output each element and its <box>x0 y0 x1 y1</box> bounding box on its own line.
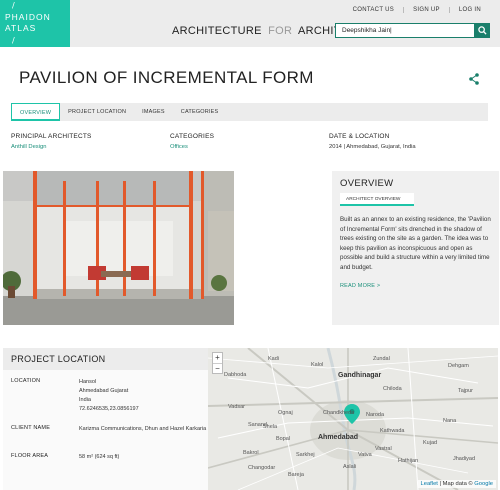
project-location-title: PROJECT LOCATION <box>11 354 106 364</box>
tab-overview[interactable]: OVERVIEW <box>11 103 61 121</box>
tab-categories[interactable]: CATEGORIES <box>173 103 227 121</box>
project-location-panel: PROJECT LOCATION LOCATION Hansol Ahmedab… <box>3 348 208 490</box>
logo-line-2: ATLAS <box>5 23 37 33</box>
tab-images[interactable]: IMAGES <box>134 103 173 121</box>
page-title: PAVILION OF INCREMENTAL FORM <box>19 68 314 87</box>
google-link[interactable]: Google <box>474 481 493 487</box>
map-label-ahmedabad: Ahmedabad <box>318 434 359 441</box>
overview-text: Built as an annex to an existing residen… <box>340 216 491 271</box>
date-location-meta: DATE & LOCATION 2014 | Ahmedabad, Gujara… <box>329 133 416 150</box>
zoom-in-button[interactable]: + <box>213 353 222 363</box>
pavilion-image <box>3 171 234 325</box>
architect-link[interactable]: Anthill Design <box>11 144 92 150</box>
map-attribution: Leaflet | Map data © Google <box>417 480 496 488</box>
overview-title: OVERVIEW <box>340 178 394 189</box>
principal-architects: PRINCIPAL ARCHITECTS Anthill Design <box>11 133 92 150</box>
contact-us-link[interactable]: CONTACT US <box>344 7 403 13</box>
share-icon[interactable] <box>467 72 481 86</box>
search-button[interactable] <box>475 23 490 38</box>
location-map[interactable]: Ahmedabad Gandhinagar Kalol Sanand Dehga… <box>208 348 498 490</box>
read-more-link[interactable]: READ MORE > <box>340 283 380 289</box>
phaidon-atlas-logo[interactable]: / PHAIDON ATLAS / <box>0 0 70 47</box>
category-link[interactable]: Offices <box>170 144 214 150</box>
leaflet-link[interactable]: Leaflet <box>421 481 438 487</box>
search-icon <box>478 26 487 35</box>
site-header: / PHAIDON ATLAS / CONTACT US SIGN UP LOG… <box>0 0 500 47</box>
categories-meta: CATEGORIES Offices <box>170 133 215 150</box>
logo-line-1: PHAIDON <box>5 12 51 22</box>
tab-project-location[interactable]: PROJECT LOCATION <box>60 103 134 121</box>
top-links: CONTACT US SIGN UP LOG IN <box>344 7 490 13</box>
tab-architect-overview[interactable]: ARCHITECT OVERVIEW <box>340 193 414 206</box>
project-photo[interactable] <box>3 171 234 325</box>
overview-panel: OVERVIEW ARCHITECT OVERVIEW Built as an … <box>332 171 499 325</box>
section-tabs: OVERVIEW PROJECT LOCATION IMAGES CATEGOR… <box>11 103 488 121</box>
search-input[interactable]: Deepshikha Jain| <box>335 23 475 38</box>
map-label-gandhinagar: Gandhinagar <box>338 372 382 379</box>
log-in-link[interactable]: LOG IN <box>448 7 490 13</box>
zoom-out-button[interactable]: − <box>213 363 222 373</box>
map-zoom-control: + − <box>212 352 223 374</box>
sign-up-link[interactable]: SIGN UP <box>403 7 449 13</box>
